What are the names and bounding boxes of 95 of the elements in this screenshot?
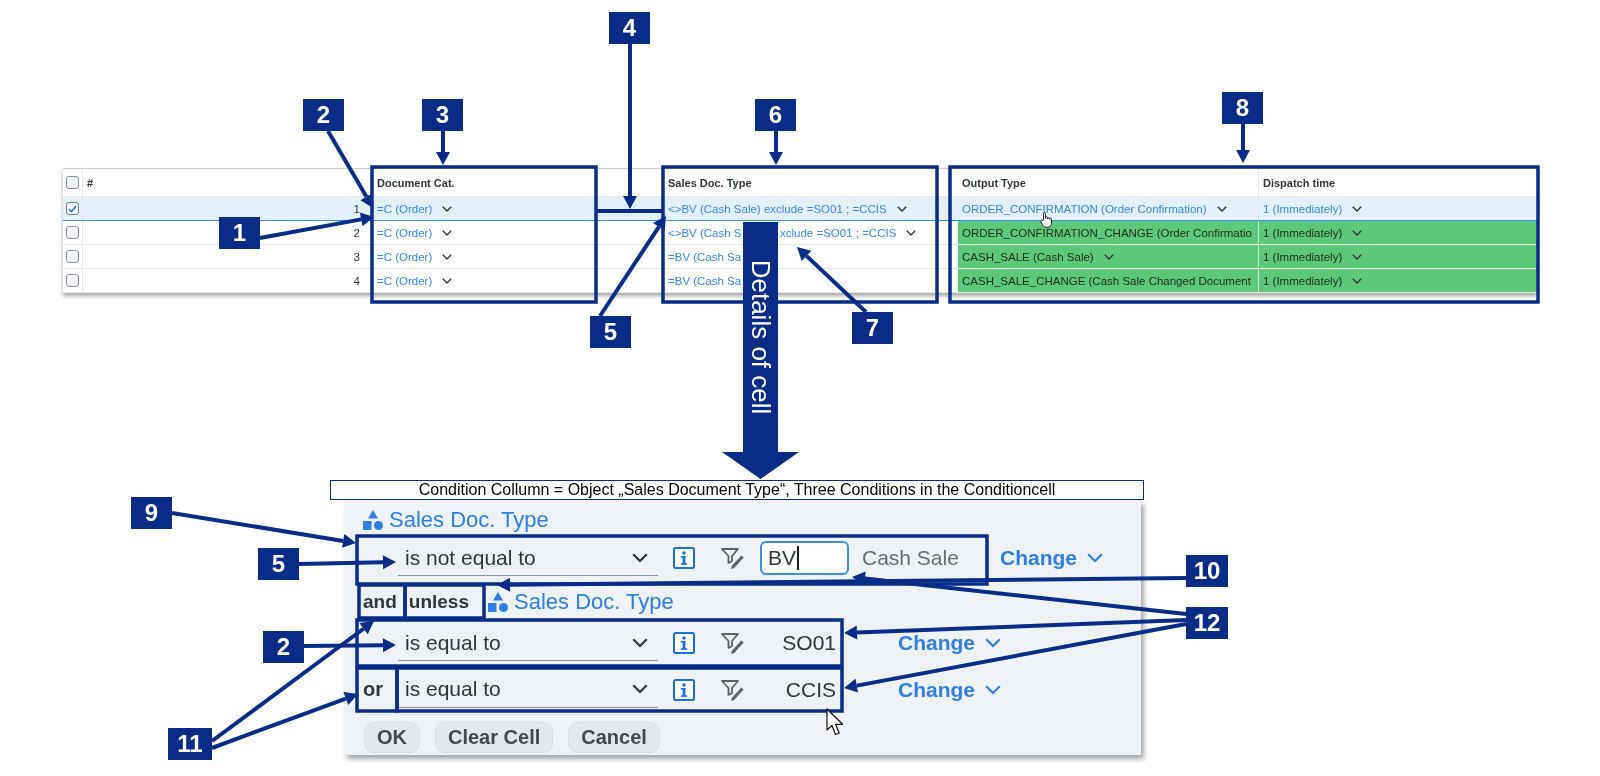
change-button[interactable]: Change [1000, 546, 1103, 570]
chevron-down-icon [1103, 253, 1114, 260]
cell-text: 2 [353, 226, 360, 239]
cell-text: =BV (Cash Sa [668, 250, 742, 263]
object-title: Sales Doc. Type [389, 507, 549, 533]
chevron-down-icon [1216, 205, 1227, 212]
chevron-down-icon [442, 277, 453, 284]
cell-text: <>BV (Cash S [668, 226, 742, 239]
chevron-down-icon [632, 552, 648, 563]
callout-arrow [797, 247, 868, 314]
operator-select[interactable]: is equal to [398, 625, 658, 661]
chevron-down-icon [632, 684, 648, 694]
caption: Condition Collumn = Object „Sales Document Type“, Three Conditions in the Conditioncell [330, 480, 1144, 500]
chevron-down-icon [632, 637, 648, 648]
dropdown-value[interactable]: =C (Order) [377, 250, 453, 263]
value-input[interactable]: BV [760, 541, 849, 575]
chevron-down-icon [906, 229, 917, 236]
column-header: # [87, 176, 94, 189]
info-icon[interactable] [673, 632, 695, 654]
chevron-down-icon [1352, 205, 1363, 212]
callout-number: 1 [219, 217, 260, 249]
callout-number: 5 [258, 548, 299, 580]
dropdown-value[interactable]: 1 (Immediately) [1263, 250, 1363, 263]
dialog-button[interactable]: OK [364, 722, 420, 753]
callout-number: 7 [852, 312, 893, 344]
row-checkbox[interactable] [66, 274, 79, 287]
dropdown-value[interactable]: 1 (Immediately) [1263, 226, 1363, 239]
cell-text: =BV (Cash Sa [668, 274, 742, 287]
callout-number: 12 [1186, 607, 1228, 639]
cell-text: CASH_SALE_CHANGE (Cash Sale Changed Document [962, 274, 1251, 287]
callout-arrow [1236, 124, 1250, 163]
cell-text: 1 [353, 202, 360, 215]
dropdown-value[interactable]: =C (Order) [377, 274, 453, 287]
callout-number: 10 [1186, 555, 1228, 587]
shapes-icon [363, 510, 383, 530]
connector-word: or [363, 678, 383, 701]
arrow-label: Details of cell [745, 259, 776, 415]
value-text: CCIS [785, 677, 836, 702]
row-checkbox[interactable] [66, 202, 79, 215]
row-checkbox[interactable] [66, 226, 79, 239]
change-button[interactable]: Change [898, 631, 1001, 655]
funnel-pencil-icon[interactable] [721, 632, 745, 654]
cell-text: 3 [353, 250, 360, 263]
funnel-pencil-icon[interactable] [721, 678, 745, 701]
callout-arrow [436, 131, 450, 165]
column-header: Dispatch time [1263, 176, 1336, 189]
check-icon [68, 204, 77, 213]
column-header: Document Cat. [377, 176, 455, 189]
funnel-pencil-icon[interactable] [721, 547, 745, 569]
callout-number: 8 [1222, 92, 1263, 124]
cell-text: 4 [353, 274, 360, 287]
chevron-down-icon [442, 229, 453, 236]
callout-number: 11 [168, 728, 212, 760]
callout-arrow [769, 131, 783, 165]
column-header: Sales Doc. Type [668, 176, 752, 189]
chevron-down-icon [896, 205, 907, 212]
value-description: Cash Sale [862, 546, 959, 570]
info-icon[interactable] [673, 678, 695, 701]
callout-number: 9 [131, 497, 172, 529]
dropdown-value[interactable]: =C (Order) [377, 226, 453, 239]
selected-row[interactable]: 1 =C (Order) <>BV (Cash Sale) exclude =SO01 ; =CCIS ORDER_CONFIRMATION (Order Confirmation) 1 (Immediately) [63, 197, 1537, 221]
callout-number: 2 [303, 99, 344, 131]
shapes-icon [488, 591, 508, 612]
logic-keyword: unless [408, 590, 469, 613]
text-caret-icon [797, 546, 799, 570]
chevron-down-icon [442, 253, 453, 260]
dropdown-value[interactable]: CASH_SALE (Cash Sale) [962, 250, 1114, 263]
chevron-down-icon [985, 684, 1001, 695]
dropdown-value[interactable]: 1 (Immediately) [1263, 274, 1363, 287]
cell-text: ORDER_CONFIRMATION_CHANGE (Order Confirmatio [962, 226, 1252, 239]
dropdown-value[interactable]: xclude =SO01 ; =CCIS [780, 226, 917, 239]
callout-number: 4 [609, 12, 650, 44]
chevron-down-icon [985, 638, 1001, 648]
chevron-down-icon [1087, 553, 1103, 563]
chevron-down-icon [442, 205, 453, 212]
chevron-down-icon [1352, 277, 1363, 284]
logic-keyword: and [363, 590, 397, 613]
operator-select[interactable]: is not equal to [398, 540, 658, 576]
row-checkbox[interactable] [66, 250, 79, 263]
info-icon[interactable] [673, 547, 695, 569]
pointer-cursor-icon [826, 708, 844, 736]
callout-number: 6 [755, 99, 796, 131]
select-all-checkbox[interactable] [66, 176, 79, 189]
chevron-down-icon [1352, 253, 1363, 260]
object-title: Sales Doc. Type [514, 588, 674, 615]
value-text: SO01 [782, 631, 836, 655]
dialog-button[interactable]: Cancel [568, 722, 660, 753]
operator-select[interactable]: is equal to [398, 671, 658, 708]
change-button[interactable]: Change [898, 677, 1001, 702]
dialog-button[interactable]: Clear Cell [435, 722, 554, 753]
callout-number: 5 [590, 316, 631, 348]
callout-number: 2 [263, 631, 304, 663]
chevron-down-icon [1352, 229, 1363, 236]
column-header: Output Type [962, 176, 1026, 189]
callout-number: 3 [422, 99, 463, 131]
